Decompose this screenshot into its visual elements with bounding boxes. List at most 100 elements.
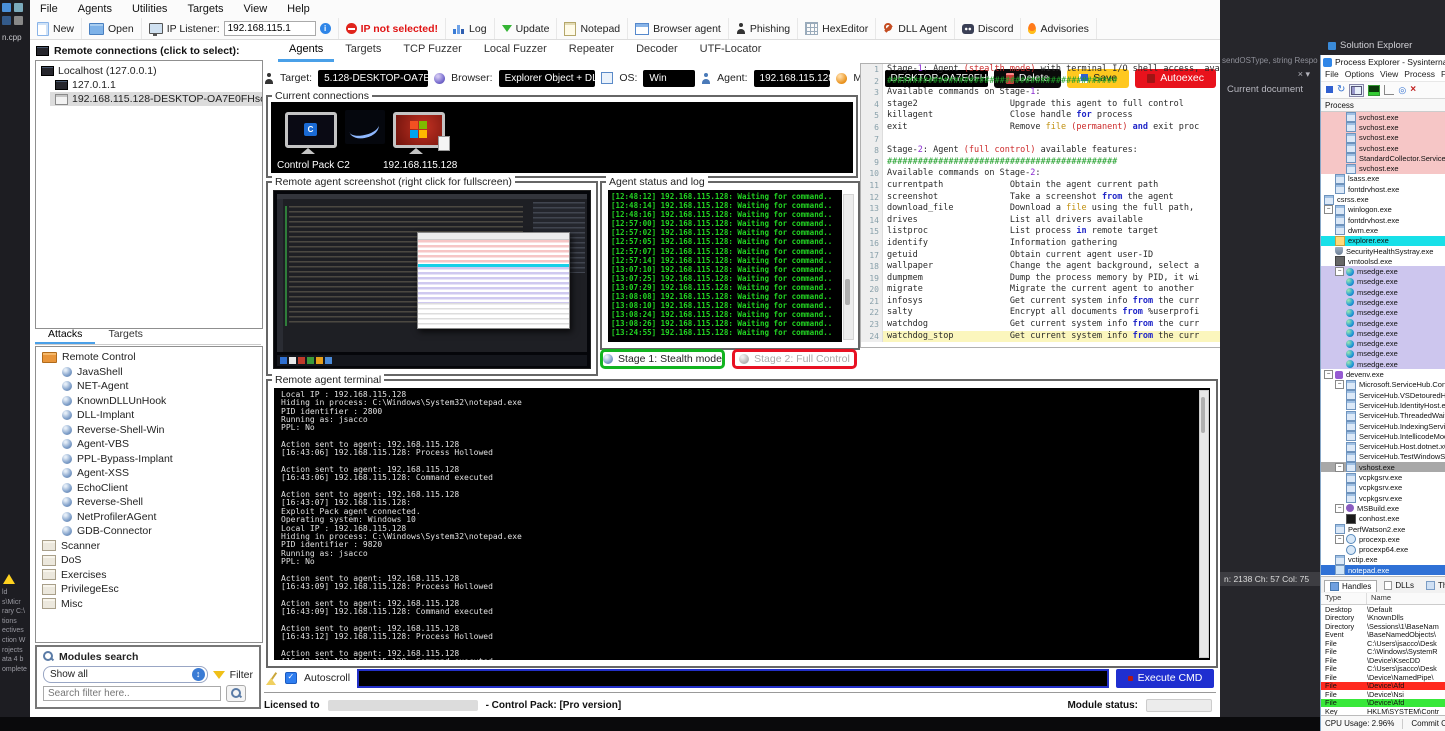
process-row-explorer-exe[interactable]: explorer.exe (1321, 236, 1445, 246)
expand-icon[interactable] (1335, 504, 1344, 513)
code-line[interactable]: 5killagent Close handle for process (861, 110, 1220, 122)
process-row-svchost-exe[interactable]: svchost.exe (1321, 112, 1445, 122)
attack-item-reverse-shell[interactable]: Reverse-Shell (36, 495, 262, 510)
process-row-notepad-exe[interactable]: notepad.exe (1321, 565, 1445, 575)
agent-log-scrollbar[interactable] (843, 194, 854, 340)
tab-tcp-fuzzer[interactable]: TCP Fuzzer (392, 40, 472, 62)
app-icon[interactable] (2, 3, 11, 12)
attack-item-netprofileragent[interactable]: NetProfilerAGent (36, 510, 262, 525)
stage1-button[interactable]: Stage 1: Stealth mode (600, 349, 725, 369)
attack-group-privilegeesc[interactable]: PrivilegeEsc (36, 582, 262, 597)
attack-group-misc[interactable]: Misc (36, 597, 262, 612)
toolbar-dll-agent-button[interactable]: DLL Agent (876, 18, 955, 39)
save-icon[interactable] (1324, 86, 1333, 95)
open-button[interactable]: Open (82, 18, 142, 39)
menu-targets[interactable]: Targets (187, 3, 223, 15)
handle-row[interactable]: File\Device\KsecDD (1321, 656, 1445, 665)
modules-search-button[interactable] (226, 685, 246, 702)
modules-filter-select[interactable]: Show all (43, 666, 208, 683)
process-row-conhost-exe[interactable]: conhost.exe (1321, 514, 1445, 524)
app-icon[interactable] (2, 16, 11, 25)
connection-item[interactable]: 192.168.115.128-DESKTOP-OA7E0FHscr (50, 92, 262, 106)
expand-icon[interactable] (1335, 463, 1344, 472)
code-line[interactable]: 18wallpaper Change the agent background,… (861, 261, 1220, 273)
process-row-vctip-exe[interactable]: vctip.exe (1321, 555, 1445, 565)
process-row-vcpkgsrv-exe[interactable]: vcpkgsrv.exe (1321, 472, 1445, 482)
code-line[interactable]: 3Available commands on Stage-1: (861, 87, 1220, 99)
modules-search-input[interactable] (43, 686, 221, 701)
code-line[interactable]: 1Stage-1: Agent (stealth mode) with term… (861, 64, 1220, 76)
process-row-servicehub-host-dotnet-x64-e[interactable]: ServiceHub.Host.dotnet.x64.e (1321, 442, 1445, 452)
handle-row[interactable]: Directory\KnownDlls (1321, 614, 1445, 623)
tree-icon[interactable] (1384, 85, 1394, 95)
process-row-msedge-exe[interactable]: msedge.exe (1321, 287, 1445, 297)
toolbar-update-button[interactable]: Update (495, 18, 558, 39)
agent-help-editor[interactable]: 1Stage-1: Agent (stealth mode) with term… (860, 63, 1220, 348)
process-row-perfwatson2-exe[interactable]: PerfWatson2.exe (1321, 524, 1445, 534)
toolbar-log-button[interactable]: Log (446, 18, 495, 39)
handle-row[interactable]: FileC:\Users\jsacco\Desk (1321, 665, 1445, 674)
process-row-servicehub-threadedwaitdia[interactable]: ServiceHub.ThreadedWaitDia (1321, 411, 1445, 421)
ip-listener-input[interactable] (224, 21, 316, 36)
code-line[interactable]: 20migrate Migrate the current agent to a… (861, 284, 1220, 296)
process-row-lsass-exe[interactable]: lsass.exe (1321, 174, 1445, 184)
browser-field[interactable]: Explorer Object + DLL (499, 70, 596, 87)
attack-item-reverse-shell-win[interactable]: Reverse-Shell-Win (36, 423, 262, 438)
handle-row[interactable]: Directory\Sessions\1\BaseNam (1321, 622, 1445, 631)
handle-row[interactable]: File\Device\Afd (1321, 682, 1445, 691)
toolbar-notepad-button[interactable]: Notepad (557, 18, 628, 39)
handle-row[interactable]: File\Device\Nsi (1321, 690, 1445, 699)
toolbar-advisories-button[interactable]: Advisories (1021, 18, 1096, 39)
menu-view[interactable]: View (244, 3, 268, 15)
process-row-vshost-exe[interactable]: vshost.exe (1321, 462, 1445, 472)
process-row-servicehub-indexingservice-e[interactable]: ServiceHub.IndexingService.e (1321, 421, 1445, 431)
process-row-servicehub-intellicodemodels[interactable]: ServiceHub.IntellicodeModelS (1321, 431, 1445, 441)
code-line[interactable]: 14drives List all drivers available (861, 215, 1220, 227)
attack-item-javashell[interactable]: JavaShell (36, 365, 262, 380)
type-column-header[interactable]: Type (1321, 593, 1367, 604)
handle-row[interactable]: File\Device\Afd (1321, 699, 1445, 708)
close-icon[interactable] (1410, 85, 1416, 95)
agent-field[interactable]: 192.168.115.128 (754, 70, 831, 87)
tab-threads[interactable]: Threads (1421, 580, 1445, 591)
process-row-svchost-exe[interactable]: svchost.exe (1321, 143, 1445, 153)
name-column-header[interactable]: Name (1367, 593, 1445, 604)
tab-repeater[interactable]: Repeater (558, 40, 625, 62)
expand-icon[interactable] (1335, 380, 1344, 389)
attack-group-dos[interactable]: DoS (36, 553, 262, 568)
columns-icon[interactable] (1349, 84, 1364, 97)
process-row-procexp-exe[interactable]: procexp.exe (1321, 534, 1445, 544)
tab-targets[interactable]: Targets (334, 40, 392, 62)
pe-menu-view[interactable]: View (1380, 69, 1398, 81)
pe-menu-file[interactable]: File (1325, 69, 1339, 81)
expand-icon[interactable] (1335, 267, 1344, 276)
expand-icon[interactable] (1324, 370, 1333, 379)
command-input[interactable] (357, 669, 1109, 688)
tab-handles[interactable]: Handles (1324, 580, 1377, 592)
process-row-msedge-exe[interactable]: msedge.exe (1321, 349, 1445, 359)
os-field[interactable]: Win (643, 70, 695, 87)
handle-row[interactable]: Event\BaseNamedObjects\ (1321, 631, 1445, 640)
process-row-standardcollector-service-exe[interactable]: StandardCollector.Service.exe (1321, 153, 1445, 163)
remote-screenshot-thumbnail[interactable] (273, 190, 591, 369)
handle-row[interactable]: KeyHKLM\SYSTEM\Contr (1321, 707, 1445, 715)
toolbar-browser-agent-button[interactable]: Browser agent (628, 18, 729, 39)
handle-row[interactable]: FileC:\Windows\SystemR (1321, 648, 1445, 657)
process-row-securityhealthsystray-exe[interactable]: SecurityHealthSystray.exe (1321, 246, 1445, 256)
stepper-icon[interactable] (192, 668, 205, 681)
process-row-microsoft-servicehub-controller-e[interactable]: Microsoft.ServiceHub.Controller.e (1321, 380, 1445, 390)
toolbar-hexeditor-button[interactable]: HexEditor (798, 18, 876, 39)
new-button[interactable]: New (30, 18, 82, 39)
code-line[interactable]: 23watchdog Get current system info from … (861, 319, 1220, 331)
code-line[interactable]: 9#######################################… (861, 157, 1220, 169)
attack-group-exercises[interactable]: Exercises (36, 568, 262, 583)
code-line[interactable]: 17getuid Obtain current agent user-ID (861, 250, 1220, 262)
target-field[interactable]: 5.128-DESKTOP-OA7E0FHscr (318, 70, 428, 87)
tab-utf-locator[interactable]: UTF-Locator (689, 40, 773, 62)
process-row-msedge-exe[interactable]: msedge.exe (1321, 339, 1445, 349)
tab-attacks[interactable]: Attacks (35, 327, 95, 344)
app-icon[interactable] (14, 3, 23, 12)
app-icon[interactable] (14, 16, 23, 25)
refresh-icon[interactable] (1337, 85, 1345, 95)
process-row-csrss-exe[interactable]: csrss.exe (1321, 194, 1445, 204)
